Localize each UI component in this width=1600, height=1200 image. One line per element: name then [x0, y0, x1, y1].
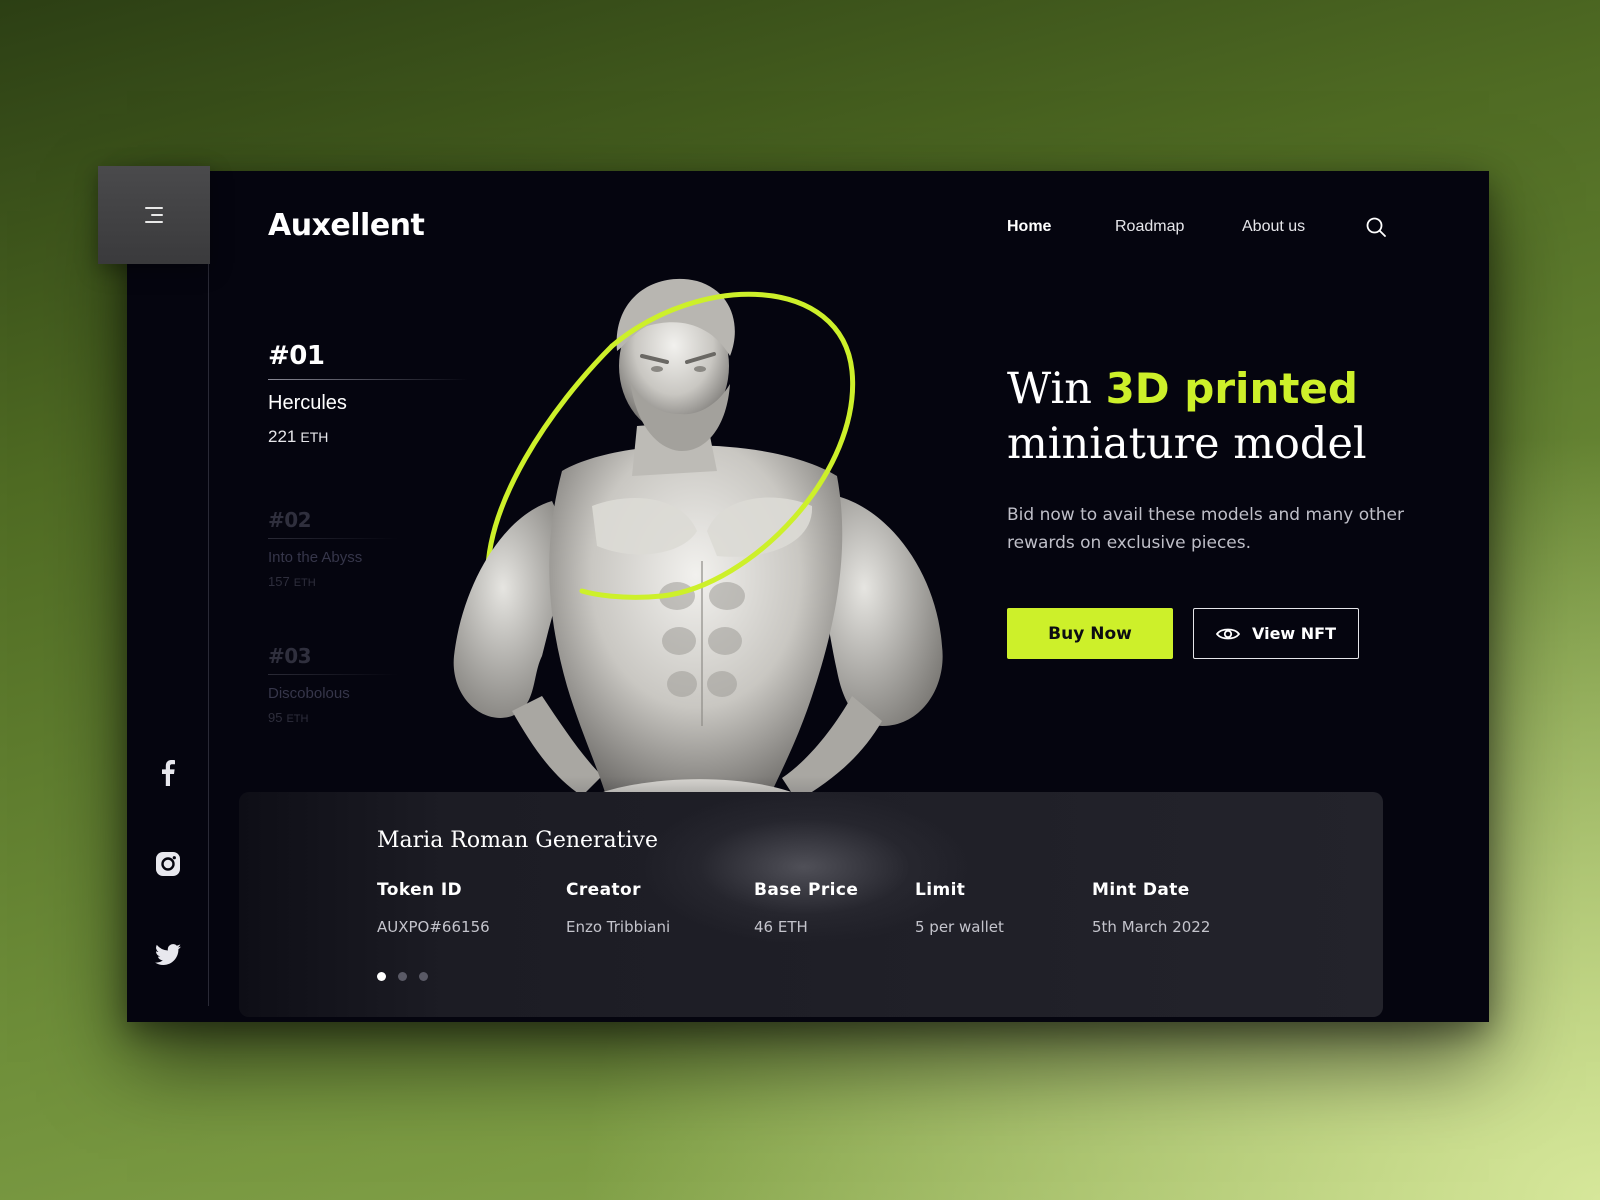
- view-nft-label: View NFT: [1251, 624, 1337, 643]
- twitter-link[interactable]: [153, 940, 183, 970]
- facebook-link[interactable]: [153, 758, 183, 788]
- carousel-dot-1[interactable]: [377, 972, 386, 981]
- lot-divider: [268, 538, 398, 539]
- facebook-icon: [162, 760, 175, 786]
- eye-icon: [1215, 628, 1240, 639]
- stat-token-id: Token ID AUXPO#66156: [377, 880, 490, 936]
- stat-mint-date: Mint Date 5th March 2022: [1092, 880, 1211, 936]
- headline-highlight: 3D printed: [1105, 364, 1358, 413]
- hero-subcopy: Bid now to avail these models and many o…: [1007, 505, 1404, 553]
- nav-home[interactable]: Home: [1007, 218, 1051, 236]
- lot-divider: [268, 379, 468, 380]
- instagram-icon: [156, 852, 180, 876]
- lot-number: #02: [268, 508, 312, 532]
- search-button[interactable]: [1365, 216, 1387, 238]
- collection-title: Maria Roman Generative: [377, 828, 658, 853]
- lot-divider: [268, 674, 398, 675]
- view-nft-button[interactable]: View NFT: [1193, 608, 1359, 659]
- nav-about-us[interactable]: About us: [1242, 218, 1305, 236]
- lot-number: #03: [268, 644, 312, 668]
- lot-name: Hercules: [268, 392, 347, 414]
- search-icon: [1366, 217, 1386, 237]
- twitter-icon: [155, 944, 181, 965]
- carousel-dot-2[interactable]: [398, 972, 407, 981]
- buy-now-button[interactable]: Buy Now: [1007, 608, 1173, 659]
- lot-name: Discobolous: [268, 685, 350, 702]
- brand-logo[interactable]: Auxellent: [268, 208, 425, 243]
- lot-item-03[interactable]: #03 Discobolous 95 ETH: [268, 644, 398, 725]
- menu-icon: [145, 207, 163, 223]
- hero-headline: Win 3D printed miniature model: [1007, 364, 1367, 469]
- instagram-link[interactable]: [153, 849, 183, 879]
- lot-number: #01: [268, 341, 325, 371]
- carousel-dot-3[interactable]: [419, 972, 428, 981]
- lot-price: 95 ETH: [268, 710, 309, 725]
- lot-item-02[interactable]: #02 Into the Abyss 157 ETH: [268, 508, 398, 589]
- lot-name: Into the Abyss: [268, 549, 363, 566]
- app-window: Auxellent Home Roadmap About us #01 Herc…: [127, 171, 1489, 1022]
- lot-price: 221 ETH: [268, 427, 329, 446]
- menu-button[interactable]: [98, 166, 210, 264]
- sidebar-divider: [208, 261, 209, 1006]
- hercules-statue-image: [442, 278, 962, 866]
- carousel-dots: [377, 972, 428, 981]
- stat-base-price: Base Price 46 ETH: [754, 880, 859, 936]
- collection-panel: Maria Roman Generative Token ID AUXPO#66…: [239, 792, 1383, 1017]
- nav-roadmap[interactable]: Roadmap: [1115, 218, 1184, 236]
- lot-price: 157 ETH: [268, 574, 316, 589]
- lot-item-01[interactable]: #01 Hercules 221 ETH: [268, 341, 468, 447]
- stat-limit: Limit 5 per wallet: [915, 880, 1004, 936]
- stat-creator: Creator Enzo Tribbiani: [566, 880, 671, 936]
